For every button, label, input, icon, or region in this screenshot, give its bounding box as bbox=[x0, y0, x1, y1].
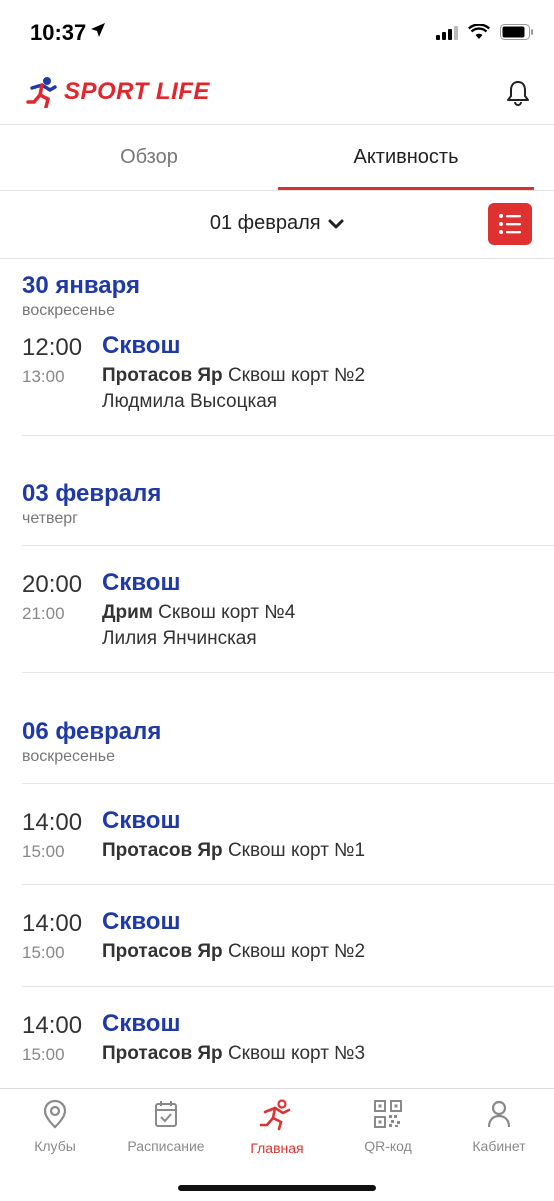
day-weekday: четверг bbox=[22, 510, 78, 527]
divider bbox=[22, 783, 554, 784]
end-time: 15:00 bbox=[22, 842, 65, 861]
divider bbox=[22, 672, 554, 673]
tabbar-item-schedule[interactable]: Расписание bbox=[111, 1099, 221, 1154]
room-name: Сквош корт №1 bbox=[227, 840, 366, 861]
home-indicator[interactable] bbox=[178, 1185, 376, 1191]
start-time: 14:00 bbox=[22, 910, 83, 937]
day-date: 03 февраля bbox=[22, 480, 162, 507]
club-name: Дрим bbox=[102, 602, 153, 623]
room-name: Сквош корт №3 bbox=[227, 1043, 366, 1064]
list-item[interactable]: 14:00 15:00 Сквош Протасов Яр Сквош корт… bbox=[0, 908, 554, 980]
tabbar-label: QR-код bbox=[364, 1138, 412, 1154]
activity-location: Дрим Сквош корт №4 bbox=[102, 602, 295, 624]
tabbar-label: Расписание bbox=[127, 1138, 205, 1154]
activity-title: Сквош bbox=[102, 807, 181, 834]
logo-text: SPORT LIFE bbox=[64, 78, 210, 105]
club-name: Протасов Яр bbox=[102, 1043, 223, 1064]
activity-location: Протасов Яр Сквош корт №2 bbox=[102, 941, 365, 963]
user-icon bbox=[487, 1100, 511, 1128]
start-time: 20:00 bbox=[22, 571, 83, 598]
calendar-check-icon bbox=[155, 1101, 177, 1127]
start-time: 14:00 bbox=[22, 809, 83, 836]
activity-title: Сквош bbox=[102, 1010, 181, 1037]
end-time: 15:00 bbox=[22, 1045, 65, 1064]
club-name: Протасов Яр bbox=[102, 840, 223, 861]
trainer-name: Лилия Янчинская bbox=[102, 628, 257, 649]
cellular-signal-icon bbox=[436, 26, 458, 40]
room-name: Сквош корт №2 bbox=[227, 941, 366, 962]
start-time: 12:00 bbox=[22, 334, 83, 361]
activity-location: Протасов Яр Сквош корт №1 bbox=[102, 840, 365, 862]
tab-activity[interactable]: Активность bbox=[278, 124, 534, 190]
day-weekday: воскресенье bbox=[22, 748, 115, 765]
list-icon bbox=[499, 214, 521, 234]
tabbar-item-clubs[interactable]: Клубы bbox=[0, 1099, 110, 1154]
tab-overview[interactable]: Обзор bbox=[20, 124, 278, 190]
activity-location: Протасов Яр Сквош корт №3 bbox=[102, 1043, 365, 1065]
location-arrow-icon bbox=[91, 23, 105, 37]
day-date: 06 февраля bbox=[22, 718, 162, 745]
tabbar-label: Главная bbox=[250, 1140, 304, 1156]
list-item[interactable]: 12:00 13:00 Сквош Протасов Яр Сквош корт… bbox=[0, 332, 554, 434]
club-name: Протасов Яр bbox=[102, 365, 223, 386]
tabbar-label: Кабинет bbox=[472, 1138, 526, 1154]
location-pin-icon bbox=[43, 1099, 67, 1129]
battery-icon bbox=[500, 24, 533, 40]
tabbar-item-qr[interactable]: QR-код bbox=[333, 1099, 443, 1154]
activity-title: Сквош bbox=[102, 908, 181, 935]
room-name: Сквош корт №4 bbox=[158, 602, 296, 623]
day-date: 30 января bbox=[22, 272, 140, 299]
day-header: 03 февраля четверг bbox=[22, 480, 161, 528]
tabbar-item-account[interactable]: Кабинет bbox=[444, 1099, 554, 1154]
start-time: 14:00 bbox=[22, 1012, 83, 1039]
list-item[interactable]: 14:00 15:00 Сквош Протасов Яр Сквош корт… bbox=[0, 807, 554, 879]
end-time: 15:00 bbox=[22, 943, 65, 962]
club-name: Протасов Яр bbox=[102, 941, 223, 962]
end-time: 13:00 bbox=[22, 367, 65, 386]
tabbar-item-home[interactable]: Главная bbox=[222, 1099, 332, 1156]
trainer-name: Людмила Высоцкая bbox=[102, 391, 278, 412]
bell-icon[interactable] bbox=[506, 80, 530, 106]
wifi-icon bbox=[468, 24, 490, 39]
divider bbox=[22, 986, 554, 987]
runner-icon bbox=[259, 1099, 291, 1131]
day-weekday: воскресенье bbox=[22, 302, 115, 319]
runner-logo-icon bbox=[26, 77, 57, 108]
list-item[interactable]: 20:00 21:00 Сквош Дрим Сквош корт №4 Лил… bbox=[0, 569, 554, 671]
day-header: 06 февраля воскресенье bbox=[22, 718, 161, 766]
date-selector[interactable]: 01 февраля bbox=[0, 212, 554, 235]
segment-tabs: Обзор Активность bbox=[0, 124, 554, 191]
divider bbox=[22, 884, 554, 885]
chevron-down-icon bbox=[328, 219, 344, 229]
divider bbox=[22, 545, 554, 546]
list-view-button[interactable] bbox=[488, 203, 532, 245]
qr-code-icon bbox=[374, 1100, 402, 1128]
tabbar-label: Клубы bbox=[34, 1138, 76, 1154]
date-selector-value: 01 февраля bbox=[209, 212, 321, 234]
activity-title: Сквош bbox=[102, 332, 181, 359]
status-time: 10:37 bbox=[30, 20, 87, 45]
end-time: 21:00 bbox=[22, 604, 65, 623]
activity-list: 30 января воскресенье 12:00 13:00 Сквош … bbox=[0, 258, 554, 1088]
bottom-tab-bar: Клубы Расписание Главная QR-код Кабинет bbox=[0, 1088, 554, 1201]
list-item[interactable]: 14:00 15:00 Сквош Протасов Яр Сквош корт… bbox=[0, 1010, 554, 1082]
day-header: 30 января воскресенье bbox=[22, 272, 140, 320]
app-header: SPORT LIFE bbox=[0, 62, 554, 125]
activity-title: Сквош bbox=[102, 569, 181, 596]
activity-location: Протасов Яр Сквош корт №2 bbox=[102, 365, 365, 387]
sport-life-logo: SPORT LIFE bbox=[26, 76, 210, 108]
status-bar: 10:37 bbox=[0, 0, 554, 62]
room-name: Сквош корт №2 bbox=[227, 365, 366, 386]
divider bbox=[22, 435, 554, 436]
date-bar: 01 февраля bbox=[0, 190, 554, 259]
